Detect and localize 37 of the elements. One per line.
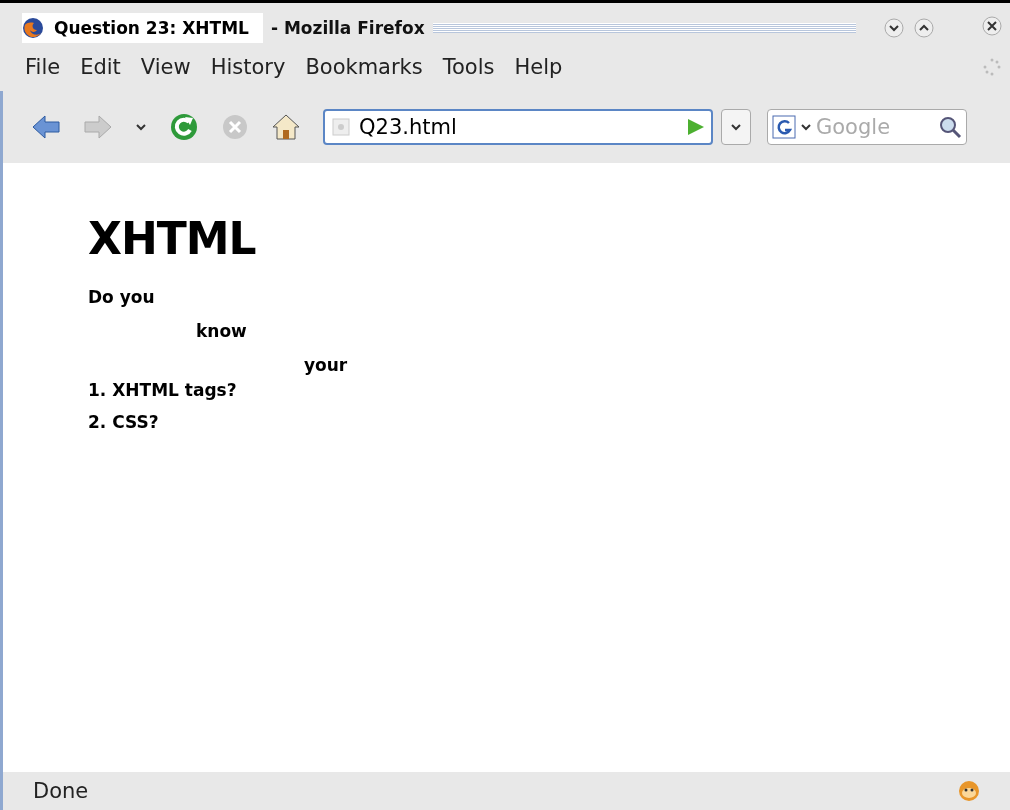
google-g-icon[interactable] [772, 115, 796, 139]
throbber-icon [982, 57, 1002, 77]
page-heading: XHTML [88, 213, 257, 264]
window-title: Question 23: XHTML [54, 18, 249, 38]
monkey-face-icon [958, 780, 980, 802]
search-bar[interactable]: Google [767, 109, 967, 145]
menu-item[interactable]: View [140, 55, 191, 79]
list-item: 2. CSS? [88, 412, 160, 434]
menu-item[interactable]: File [25, 55, 61, 79]
menu-item[interactable]: History [210, 55, 286, 79]
page-icon [331, 117, 351, 137]
search-icon[interactable] [938, 115, 962, 139]
menu-item[interactable]: Tools [442, 55, 495, 79]
firefox-logo-icon[interactable] [22, 17, 44, 39]
text-line: Do you [88, 286, 156, 309]
home-icon[interactable] [271, 112, 301, 142]
text-line: your [304, 354, 349, 377]
app-title: - Mozilla Firefox [270, 18, 425, 38]
menu-item[interactable]: Help [514, 55, 563, 79]
list-item: 1. XHTML tags? [88, 380, 238, 402]
menu-item[interactable]: Bookmarks [305, 55, 423, 79]
search-field[interactable]: Google [816, 115, 934, 139]
maximize-icon[interactable] [914, 18, 934, 38]
caret-icon[interactable] [800, 121, 812, 133]
close-icon[interactable] [982, 16, 1002, 36]
menu-item[interactable]: Edit [80, 55, 121, 79]
go-arrow-icon[interactable] [685, 117, 705, 137]
status-text: Done [33, 779, 90, 803]
caret-icon [730, 121, 742, 133]
reload-icon[interactable] [169, 112, 199, 142]
text-line: know [196, 320, 248, 343]
address-field[interactable]: Q23.html [359, 115, 677, 139]
caret-icon[interactable] [135, 121, 147, 133]
history-dropdown-button[interactable] [721, 109, 751, 145]
address-bar[interactable]: Q23.html [323, 109, 713, 145]
minimize-icon[interactable] [884, 18, 904, 38]
back-arrow-icon[interactable] [31, 112, 61, 142]
